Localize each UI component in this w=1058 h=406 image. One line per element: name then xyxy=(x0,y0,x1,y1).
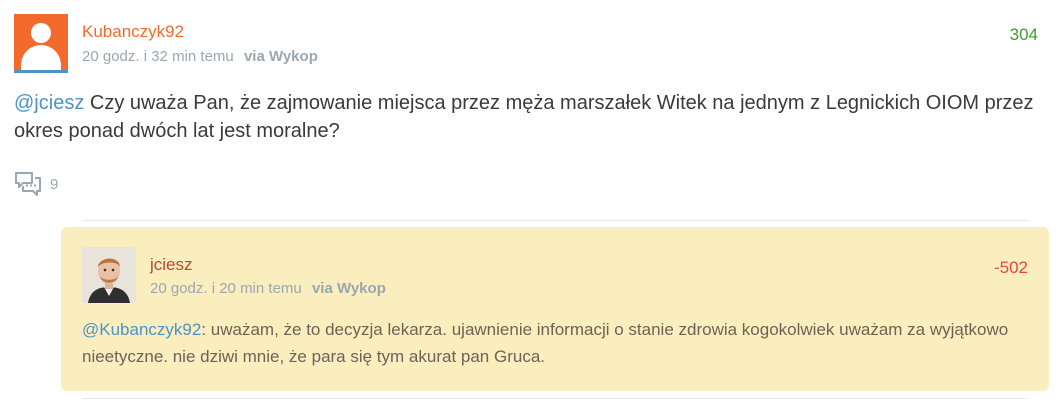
avatar-underline xyxy=(14,70,68,73)
post-time: 20 godz. i 32 min temu xyxy=(82,48,234,65)
post-mention-link[interactable]: @jciesz xyxy=(14,92,84,114)
reply-vote-count[interactable]: -502 xyxy=(994,258,1028,278)
entry-post: Kubanczyk92 20 godz. i 32 min temu via W… xyxy=(0,0,1058,220)
post-meta: 20 godz. i 32 min temu via Wykop xyxy=(82,48,318,65)
reply-body: @Kubanczyk92: uważam, że to decyzja leka… xyxy=(82,316,1012,370)
avatar-head xyxy=(31,23,51,43)
avatar[interactable] xyxy=(82,247,136,303)
post-body: @jciesz Czy uważa Pan, że zajmowanie mie… xyxy=(14,89,1044,145)
divider xyxy=(82,398,1028,399)
default-user-icon[interactable] xyxy=(14,14,68,73)
post-vote-count[interactable]: 304 xyxy=(1010,25,1038,45)
reply-mention-link[interactable]: @Kubanczyk92 xyxy=(82,320,201,339)
post-text: Czy uważa Pan, że zajmowanie miejsca prz… xyxy=(14,92,1034,142)
comments-icon xyxy=(15,172,41,196)
reply-time: 20 godz. i 20 min temu xyxy=(150,280,302,297)
reply-via: via Wykop xyxy=(311,280,386,297)
post-author[interactable]: Kubanczyk92 xyxy=(82,22,184,42)
reply-comment: jciesz 20 godz. i 20 min temu via Wykop … xyxy=(61,227,1049,391)
post-via: via Wykop xyxy=(243,48,318,65)
divider xyxy=(82,220,1028,221)
user-photo-icon xyxy=(82,247,136,303)
reply-text: : uważam, że to decyzja lekarza. ujawnie… xyxy=(82,320,1009,366)
reply-author[interactable]: jciesz xyxy=(150,255,193,275)
reply-meta: 20 godz. i 20 min temu via Wykop xyxy=(150,280,386,297)
comments-count: 9 xyxy=(50,175,59,193)
comments-button[interactable]: 9 xyxy=(14,170,58,198)
avatar-body xyxy=(21,45,61,73)
